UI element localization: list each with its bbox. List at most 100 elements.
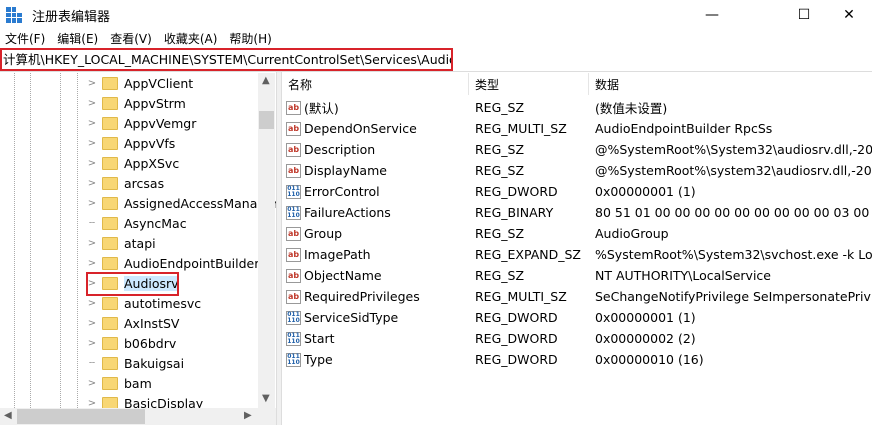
value-row[interactable]: ab Description REG_SZ @%SystemRoot%\System3… bbox=[282, 139, 872, 160]
chevron-right-icon[interactable]: > bbox=[86, 178, 98, 189]
chevron-right-icon[interactable]: > bbox=[86, 158, 98, 169]
column-header-name[interactable]: 名称 bbox=[288, 76, 312, 93]
menu-item[interactable]: 查看(V) bbox=[105, 30, 159, 48]
value-type: REG_DWORD bbox=[475, 184, 558, 199]
scroll-down-icon[interactable]: ▼ bbox=[262, 393, 270, 404]
binary-value-icon: 011 110 bbox=[286, 184, 301, 199]
value-name: ImagePath bbox=[304, 247, 371, 262]
column-header-type[interactable]: 类型 bbox=[475, 76, 499, 93]
value-type: REG_SZ bbox=[475, 226, 525, 241]
tree-item-label: autotimesvc bbox=[124, 295, 202, 311]
value-row[interactable]: 011 110 ErrorControl REG_DWORD 0x00000001 (1… bbox=[282, 181, 872, 202]
tree-item[interactable]: > AppvStrm bbox=[86, 93, 186, 113]
value-row[interactable]: ab DependOnService REG_MULTI_SZ AudioEndpoi… bbox=[282, 118, 872, 139]
chevron-right-icon[interactable]: > bbox=[86, 318, 98, 329]
tree-item[interactable]: > atapi bbox=[86, 233, 156, 253]
value-data: (数值未设置) bbox=[595, 101, 668, 116]
maximize-button[interactable]: ☐ bbox=[781, 0, 827, 30]
scroll-up-icon[interactable]: ▲ bbox=[262, 75, 270, 86]
value-row[interactable]: ab DisplayName REG_SZ @%SystemRoot%\system3… bbox=[282, 160, 872, 181]
value-type: REG_BINARY bbox=[475, 205, 554, 220]
tree-item-label: atapi bbox=[124, 235, 156, 251]
tree-item-label: bam bbox=[124, 375, 152, 391]
folder-icon bbox=[102, 176, 118, 190]
value-row[interactable]: ab ImagePath REG_EXPAND_SZ %SystemRoot%\Sys… bbox=[282, 244, 872, 265]
chevron-right-icon[interactable]: > bbox=[86, 118, 98, 129]
tree-item[interactable]: > AudioEndpointBuilder bbox=[86, 253, 260, 273]
scroll-left-icon[interactable]: ◀ bbox=[4, 410, 12, 421]
tree-item[interactable]: > bam bbox=[86, 373, 152, 393]
column-header-data[interactable]: 数据 bbox=[595, 76, 619, 93]
tree-item[interactable]: > BasicDisplay bbox=[86, 393, 203, 408]
minimize-button[interactable]: — bbox=[689, 0, 735, 30]
folder-icon bbox=[102, 136, 118, 150]
scroll-thumb[interactable] bbox=[259, 111, 274, 129]
value-data: %SystemRoot%\System32\svchost.exe -k Loc… bbox=[595, 247, 872, 262]
value-name: Group bbox=[304, 226, 343, 241]
tree-item[interactable]: > AppvVemgr bbox=[86, 113, 197, 133]
value-row[interactable]: 011 110 FailureActions REG_BINARY 80 51 01 0… bbox=[282, 202, 872, 223]
folder-icon bbox=[102, 316, 118, 330]
folder-icon bbox=[102, 116, 118, 130]
tree-item[interactable]: > AppXSvc bbox=[86, 153, 179, 173]
value-row[interactable]: ab ObjectName REG_SZ NT AUTHORITY\LocalServ… bbox=[282, 265, 872, 286]
chevron-right-icon[interactable]: > bbox=[86, 258, 98, 269]
value-row[interactable]: ab (默认) REG_SZ (数值未设置) bbox=[282, 97, 872, 118]
value-data: AudioEndpointBuilder RpcSs bbox=[595, 121, 773, 136]
menu-item[interactable]: 收藏夹(A) bbox=[159, 30, 225, 48]
value-name: ErrorControl bbox=[304, 184, 380, 199]
tree-vertical-scrollbar[interactable]: ▲ ▼ bbox=[258, 73, 275, 408]
chevron-right-icon[interactable]: > bbox=[86, 398, 98, 409]
value-row[interactable]: 011 110 Start REG_DWORD 0x00000002 (2) bbox=[282, 328, 872, 349]
tree-horizontal-scrollbar[interactable]: ◀ ▶ bbox=[0, 408, 276, 425]
value-name: RequiredPrivileges bbox=[304, 289, 420, 304]
tree-item-label: AppvVfs bbox=[124, 135, 176, 151]
chevron-right-icon[interactable]: > bbox=[86, 298, 98, 309]
address-bar[interactable]: 计算机\HKEY_LOCAL_MACHINE\SYSTEM\CurrentCon… bbox=[0, 48, 453, 71]
value-row[interactable]: 011 110 Type REG_DWORD 0x00000010 (16) bbox=[282, 349, 872, 370]
tree-item-label: AppvVemgr bbox=[124, 115, 197, 131]
chevron-right-icon[interactable]: > bbox=[86, 138, 98, 149]
value-data: 80 51 01 00 00 00 00 00 00 00 00 00 03 0… bbox=[595, 205, 872, 220]
chevron-right-icon[interactable]: > bbox=[86, 378, 98, 389]
binary-value-icon: 011 110 bbox=[286, 352, 301, 367]
tree-item[interactable]: > AppVClient bbox=[86, 73, 193, 93]
value-data: 0x00000001 (1) bbox=[595, 184, 696, 199]
chevron-right-icon[interactable]: > bbox=[86, 198, 98, 209]
value-type: REG_SZ bbox=[475, 268, 525, 283]
chevron-right-icon[interactable]: > bbox=[86, 98, 98, 109]
chevron-right-icon[interactable]: > bbox=[86, 78, 98, 89]
tree-line: ┄ bbox=[88, 357, 96, 369]
tree-item-label: AxInstSV bbox=[124, 315, 180, 331]
folder-icon bbox=[102, 356, 118, 370]
scroll-right-icon[interactable]: ▶ bbox=[244, 410, 252, 421]
tree-item-label: Bakuigsai bbox=[124, 355, 185, 371]
value-row[interactable]: ab RequiredPrivileges REG_MULTI_SZ SeChange… bbox=[282, 286, 872, 307]
tree-item[interactable]: > AxInstSV bbox=[86, 313, 180, 333]
folder-icon bbox=[102, 296, 118, 310]
folder-icon bbox=[102, 76, 118, 90]
menu-item[interactable]: 帮助(H) bbox=[224, 30, 278, 48]
tree-item[interactable]: > arcsas bbox=[86, 173, 164, 193]
tree-item[interactable]: ┄ AsyncMac bbox=[86, 213, 187, 233]
chevron-right-icon[interactable]: > bbox=[86, 338, 98, 349]
value-row[interactable]: ab Group REG_SZ AudioGroup bbox=[282, 223, 872, 244]
selected-key-highlight bbox=[86, 272, 179, 296]
value-data: 0x00000010 (16) bbox=[595, 352, 704, 367]
tree-item[interactable]: > AssignedAccessManager bbox=[86, 193, 276, 213]
folder-icon bbox=[102, 336, 118, 350]
value-row[interactable]: 011 110 ServiceSidType REG_DWORD 0x00000001 … bbox=[282, 307, 872, 328]
tree-item[interactable]: > autotimesvc bbox=[86, 293, 201, 313]
string-value-icon: ab bbox=[286, 121, 301, 136]
tree-item[interactable]: > AppvVfs bbox=[86, 133, 176, 153]
string-value-icon: ab bbox=[286, 268, 301, 283]
scroll-thumb[interactable] bbox=[17, 409, 145, 424]
close-button[interactable]: ✕ bbox=[826, 0, 872, 30]
tree-item[interactable]: > b06bdrv bbox=[86, 333, 176, 353]
menu-item[interactable]: 编辑(E) bbox=[52, 30, 105, 48]
chevron-right-icon[interactable]: > bbox=[86, 238, 98, 249]
tree-item-label: arcsas bbox=[124, 175, 165, 191]
tree-item[interactable]: ┄ Bakuigsai bbox=[86, 353, 184, 373]
tree-item-label: AppVClient bbox=[124, 75, 194, 91]
menu-item[interactable]: 文件(F) bbox=[0, 30, 52, 48]
